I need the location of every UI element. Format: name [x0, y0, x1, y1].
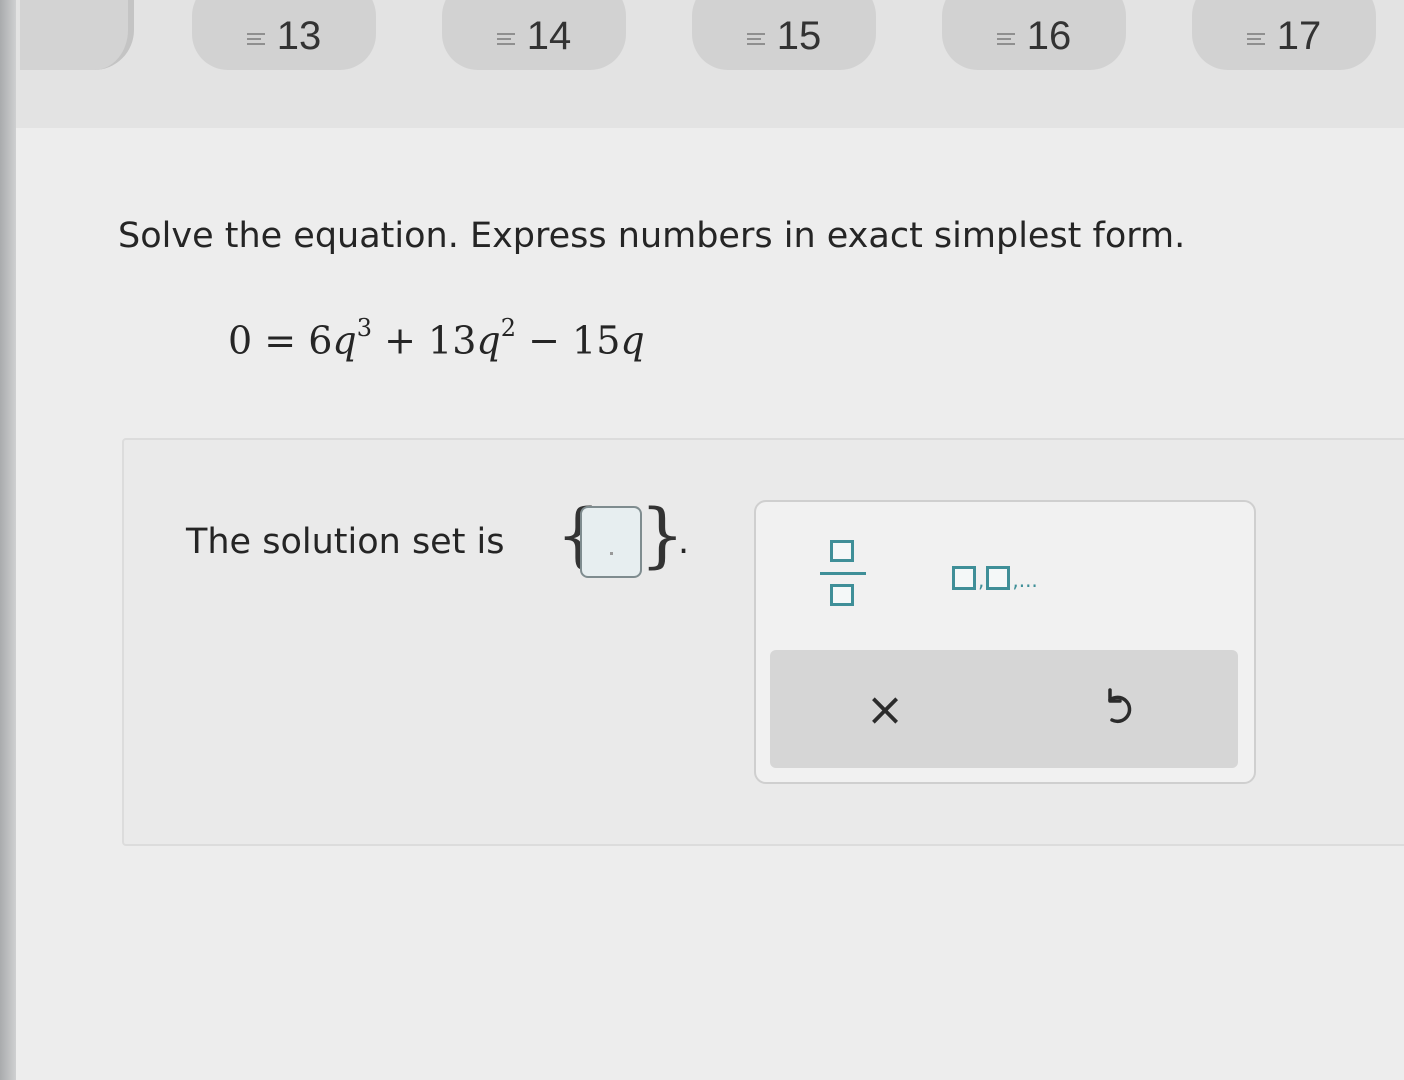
- list-separator: ,: [978, 568, 985, 592]
- fraction-button[interactable]: [820, 536, 866, 612]
- undo-button[interactable]: [1086, 676, 1152, 742]
- question-tab-number: 16: [1026, 13, 1072, 58]
- term3-variable: q: [620, 318, 645, 363]
- input-cursor: [610, 552, 613, 555]
- term3-coefficient: 15: [572, 318, 621, 363]
- palette-action-bar: [770, 650, 1238, 768]
- sentence-period: .: [678, 522, 690, 562]
- question-tab-14[interactable]: 14: [442, 0, 626, 70]
- term1-exponent: 3: [356, 314, 373, 342]
- term2-variable: q: [476, 318, 501, 363]
- equation-lhs: 0: [228, 318, 253, 363]
- answer-input[interactable]: [580, 506, 642, 578]
- term2-exponent: 2: [500, 314, 517, 342]
- solution-label: The solution set is: [186, 522, 505, 562]
- question-tab-number: 13: [276, 13, 322, 58]
- list-box-icon: [952, 566, 976, 590]
- equation-equals: =: [264, 318, 297, 363]
- previous-question-button[interactable]: 2: [20, 0, 134, 70]
- question-tab-17[interactable]: 17: [1192, 0, 1376, 70]
- question-list-icon: [246, 33, 265, 45]
- list-button[interactable]: , ,...: [952, 556, 1038, 590]
- operator-plus: +: [384, 318, 416, 363]
- list-box-icon: [986, 566, 1011, 590]
- question-list-icon: [996, 33, 1015, 45]
- question-tab-16[interactable]: 16: [942, 0, 1126, 70]
- fraction-numerator-icon: [830, 540, 854, 562]
- fraction-denominator-icon: [830, 584, 854, 606]
- undo-icon: [1108, 688, 1132, 724]
- question-tab-number: 17: [1276, 13, 1322, 58]
- question-list-icon: [746, 33, 765, 45]
- question-tab-number: 14: [526, 13, 572, 58]
- term1-coefficient: 6: [308, 318, 333, 363]
- list-ellipsis: ,...: [1012, 568, 1038, 592]
- term2-coefficient: 13: [428, 318, 477, 363]
- problem-equation: 0 = 6q3 + 13q2 − 15q: [228, 314, 645, 363]
- clear-button[interactable]: ×: [850, 676, 920, 742]
- question-tab-13[interactable]: 13: [192, 0, 376, 70]
- question-list-icon: [496, 33, 515, 45]
- operator-minus: −: [528, 318, 560, 363]
- question-list-icon: [1246, 33, 1265, 45]
- term1-variable: q: [332, 318, 357, 363]
- close-icon: ×: [865, 682, 905, 736]
- question-tab-15[interactable]: 15: [692, 0, 876, 70]
- problem-instruction: Solve the equation. Express numbers in e…: [118, 216, 1186, 256]
- question-tab-number: 15: [776, 13, 822, 58]
- fraction-bar-icon: [820, 572, 866, 575]
- screen-edge: [0, 0, 16, 1080]
